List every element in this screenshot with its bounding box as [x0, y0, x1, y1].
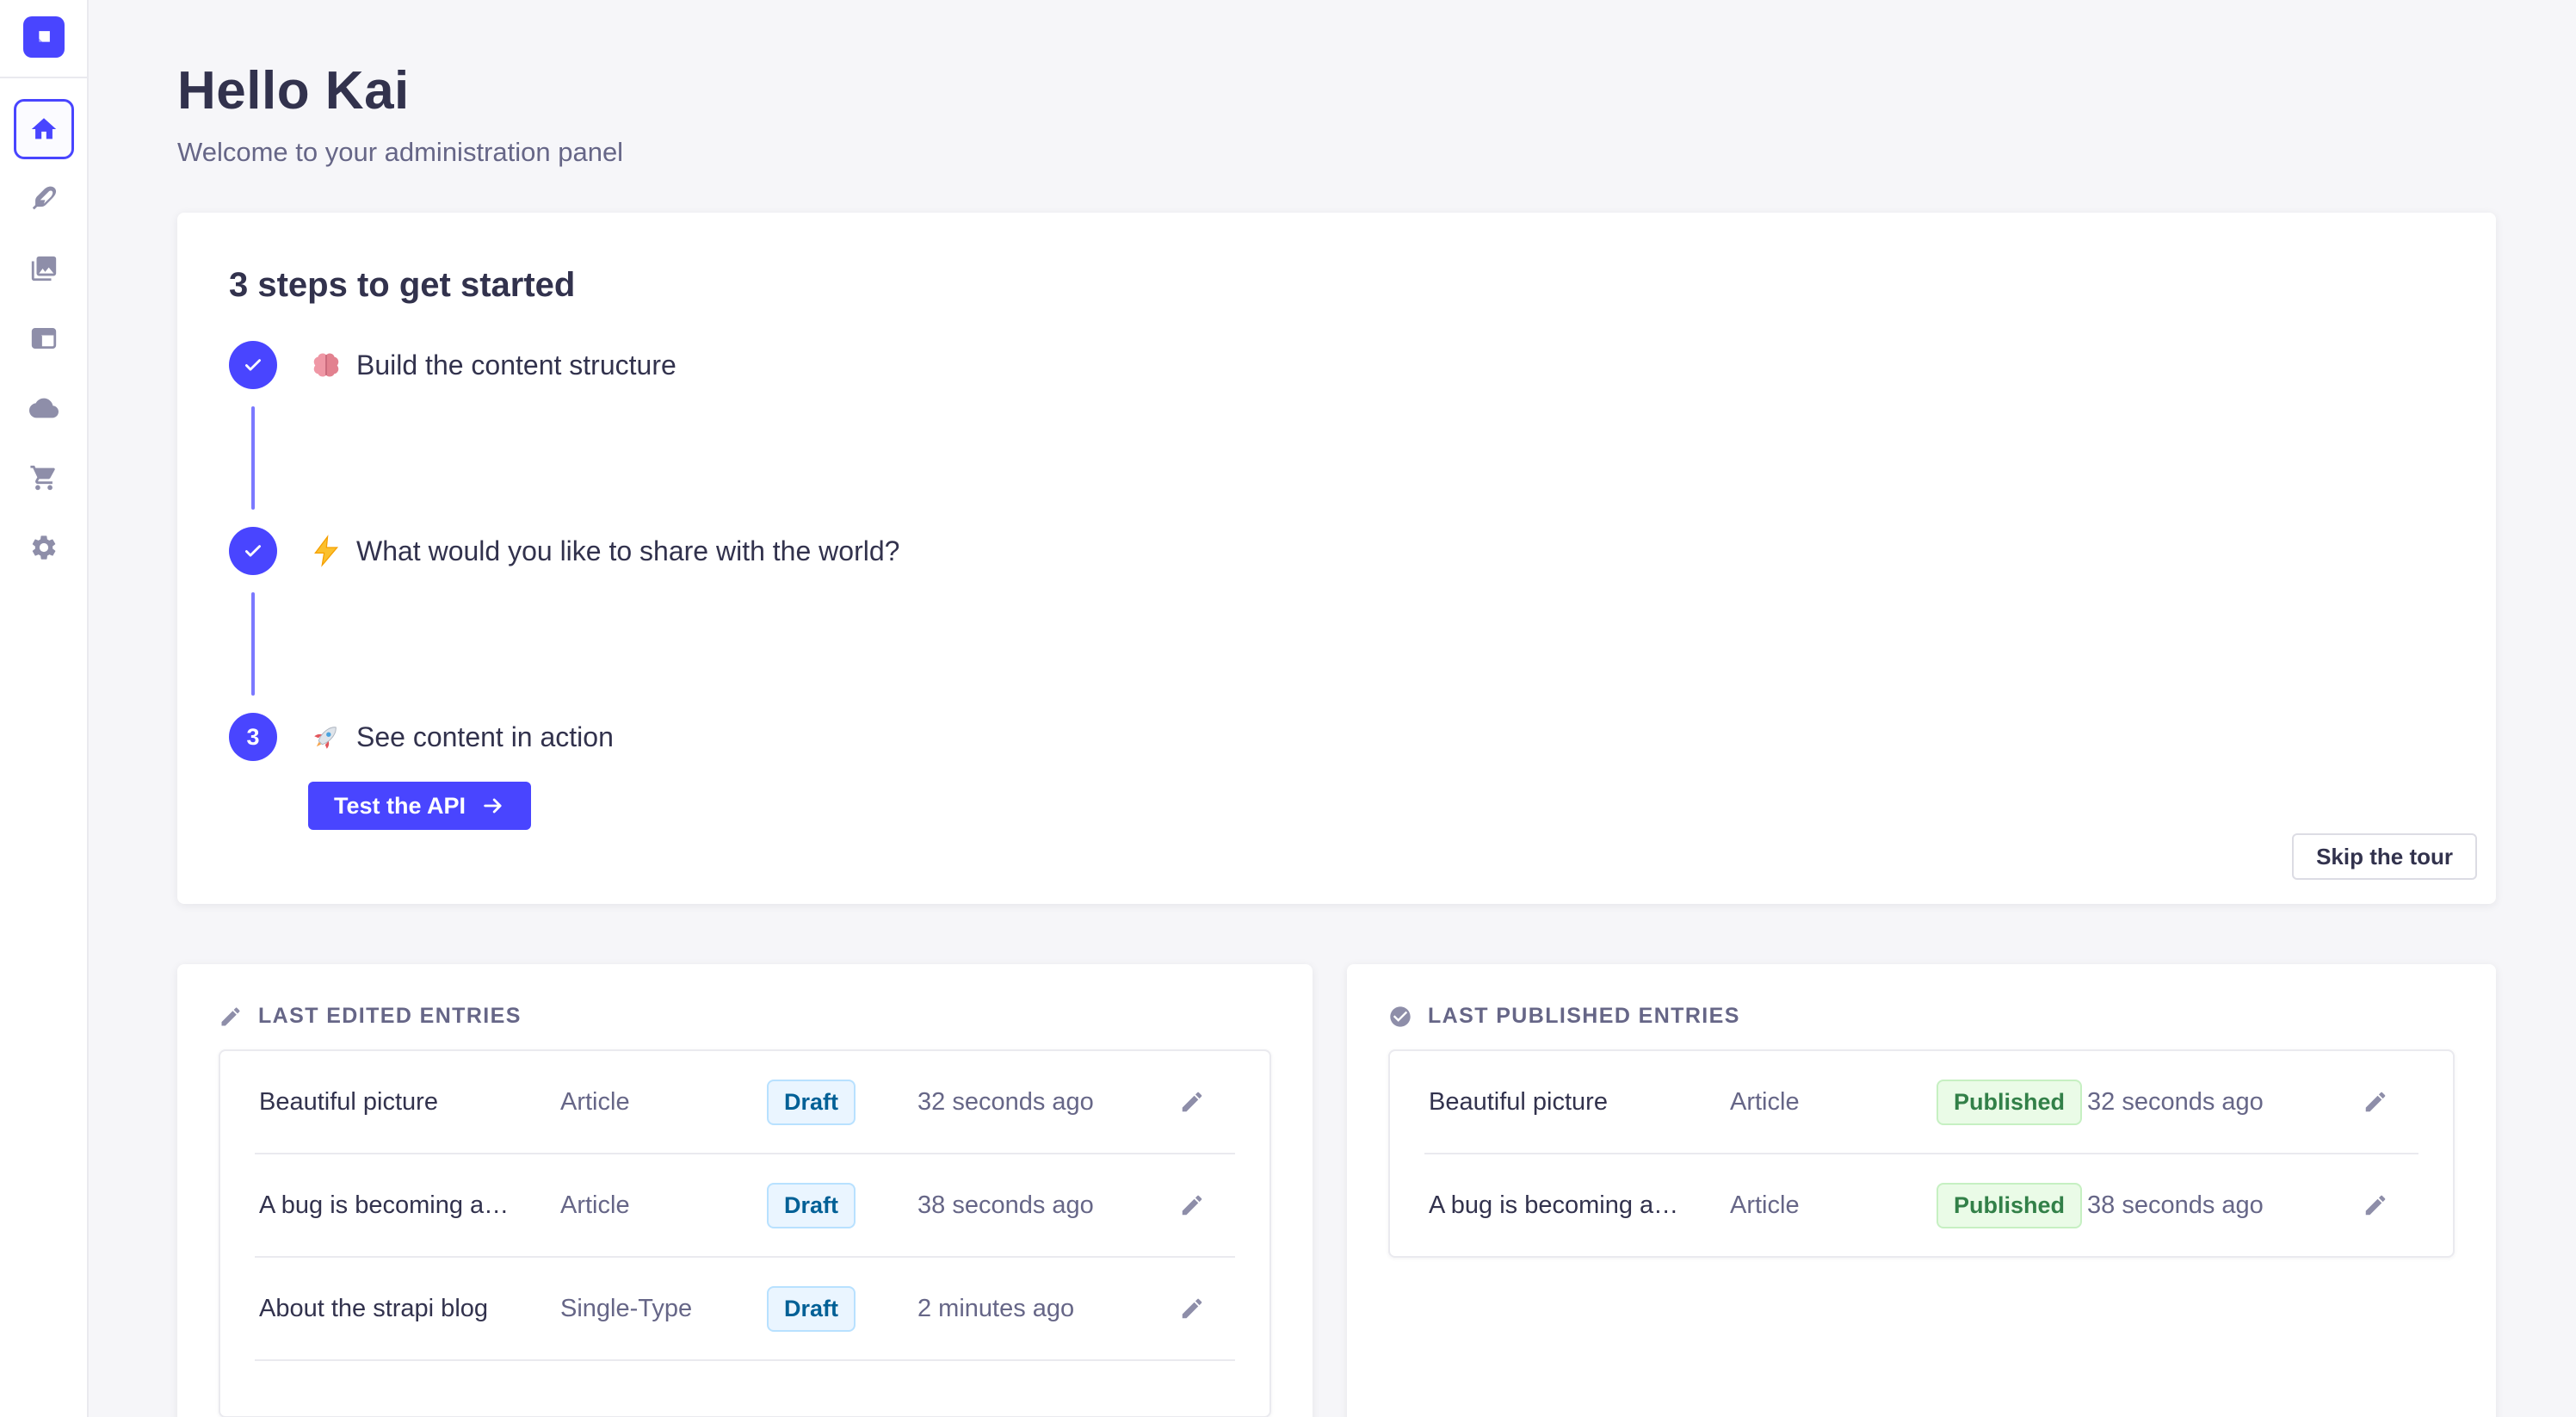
sidebar-item-settings[interactable]: [14, 517, 74, 578]
lightning-emoji-icon: [310, 535, 343, 567]
entry-title: Beautiful picture: [1429, 1088, 1730, 1117]
step-1-label[interactable]: Build the content structure: [310, 349, 676, 381]
edit-entry-button[interactable]: [1179, 1089, 1205, 1115]
check-icon: [242, 354, 264, 376]
step-2-done-indicator: [229, 527, 277, 575]
last-edited-heading: LAST EDITED ENTRIES: [258, 1004, 522, 1029]
page-title: Hello Kai: [177, 60, 2576, 121]
guided-tour-steps: Build the content structure What would y…: [229, 341, 2444, 830]
step-3-text: See content in action: [356, 721, 614, 753]
entries-section: LAST EDITED ENTRIES Beautiful picture Ar…: [177, 964, 2576, 1417]
step-1-text: Build the content structure: [356, 350, 676, 381]
last-published-header: LAST PUBLISHED ENTRIES: [1388, 1004, 2455, 1029]
entry-time: 38 seconds ago: [2087, 1191, 2363, 1220]
check-circle-icon: [1388, 1005, 1412, 1029]
layout-icon: [29, 324, 59, 353]
table-row[interactable]: About the strapi blog Single-Type Draft …: [220, 1258, 1269, 1359]
main-content: Hello Kai Welcome to your administration…: [89, 60, 2576, 1417]
check-icon: [242, 540, 264, 562]
tour-step-1: Build the content structure: [229, 341, 2444, 389]
arrow-right-icon: [481, 794, 505, 818]
last-published-table: Beautiful picture Article Published 32 s…: [1388, 1049, 2455, 1258]
images-icon: [29, 254, 59, 283]
feather-icon: [29, 184, 59, 213]
status-badge: Draft: [767, 1286, 856, 1332]
entry-type: Article: [560, 1088, 767, 1117]
strapi-logo[interactable]: [23, 16, 65, 58]
status-badge: Draft: [767, 1183, 856, 1228]
pencil-icon: [2363, 1089, 2388, 1115]
tour-step-2: What would you like to share with the wo…: [229, 527, 2444, 575]
sidebar-divider: [0, 77, 87, 78]
pencil-icon: [219, 1005, 243, 1029]
entry-type: Article: [560, 1191, 767, 1220]
table-row[interactable]: Beautiful picture Article Draft 32 secon…: [220, 1051, 1269, 1153]
entry-title: A bug is becoming a…: [1429, 1191, 1730, 1220]
entry-title: About the strapi blog: [259, 1295, 560, 1323]
step-2-label[interactable]: What would you like to share with the wo…: [310, 535, 899, 567]
last-published-panel: LAST PUBLISHED ENTRIES Beautiful picture…: [1347, 964, 2496, 1417]
table-row[interactable]: Beautiful picture Article Published 32 s…: [1390, 1051, 2453, 1153]
pencil-icon: [2363, 1192, 2388, 1218]
pencil-icon: [1179, 1089, 1205, 1115]
test-api-button[interactable]: Test the API: [308, 782, 531, 830]
status-badge: Published: [1937, 1080, 2082, 1125]
edit-entry-button[interactable]: [1179, 1192, 1205, 1218]
entry-title: A bug is becoming a…: [259, 1191, 560, 1220]
edit-entry-button[interactable]: [2363, 1089, 2388, 1115]
last-edited-table: Beautiful picture Article Draft 32 secon…: [219, 1049, 1271, 1417]
last-edited-header: LAST EDITED ENTRIES: [219, 1004, 1271, 1029]
cart-icon: [29, 463, 59, 492]
entry-time: 32 seconds ago: [2087, 1088, 2363, 1117]
table-row-partial: [220, 1361, 1269, 1416]
entry-time: 32 seconds ago: [917, 1088, 1179, 1117]
last-published-heading: LAST PUBLISHED ENTRIES: [1428, 1004, 1740, 1029]
cta-row: Test the API: [308, 782, 2444, 830]
table-row[interactable]: A bug is becoming a… Article Published 3…: [1390, 1154, 2453, 1256]
gear-icon: [29, 533, 59, 562]
entry-type: Single-Type: [560, 1295, 767, 1323]
step-connector-2: [251, 592, 255, 696]
home-icon: [29, 114, 59, 144]
sidebar-item-content-manager[interactable]: [14, 308, 74, 368]
entry-time: 38 seconds ago: [917, 1191, 1179, 1220]
guided-tour-title: 3 steps to get started: [229, 266, 2444, 305]
step-2-text: What would you like to share with the wo…: [356, 535, 899, 567]
entry-type: Article: [1730, 1088, 1937, 1117]
step-3-label[interactable]: See content in action: [310, 721, 614, 753]
sidebar-item-content-type-builder[interactable]: [14, 169, 74, 229]
pencil-icon: [1179, 1192, 1205, 1218]
rocket-emoji-icon: [310, 721, 343, 753]
skip-tour-button[interactable]: Skip the tour: [2292, 833, 2477, 880]
test-api-button-label: Test the API: [334, 793, 466, 820]
page-subtitle: Welcome to your administration panel: [177, 137, 2576, 168]
status-badge: Draft: [767, 1080, 856, 1125]
brain-emoji-icon: [310, 349, 343, 381]
status-badge: Published: [1937, 1183, 2082, 1228]
sidebar-item-home[interactable]: [14, 99, 74, 159]
entry-title: Beautiful picture: [259, 1088, 560, 1117]
sidebar-item-media-library[interactable]: [14, 238, 74, 299]
edit-entry-button[interactable]: [1179, 1296, 1205, 1321]
entry-time: 2 minutes ago: [917, 1295, 1179, 1323]
table-row[interactable]: A bug is becoming a… Article Draft 38 se…: [220, 1154, 1269, 1256]
last-edited-panel: LAST EDITED ENTRIES Beautiful picture Ar…: [177, 964, 1313, 1417]
sidebar-item-marketplace[interactable]: [14, 448, 74, 508]
sidebar-nav: [14, 99, 74, 578]
sidebar-item-cloud[interactable]: [14, 378, 74, 438]
sidebar: [0, 0, 89, 1417]
step-3-number: 3: [229, 713, 277, 761]
edit-entry-button[interactable]: [2363, 1192, 2388, 1218]
step-connector-1: [251, 406, 255, 510]
strapi-logo-icon: [31, 24, 57, 50]
entry-type: Article: [1730, 1191, 1937, 1220]
pencil-icon: [1179, 1296, 1205, 1321]
cloud-icon: [29, 393, 59, 423]
step-1-done-indicator: [229, 341, 277, 389]
guided-tour-card: 3 steps to get started Build the content…: [177, 213, 2496, 904]
tour-step-3: 3 See content in action: [229, 713, 2444, 761]
